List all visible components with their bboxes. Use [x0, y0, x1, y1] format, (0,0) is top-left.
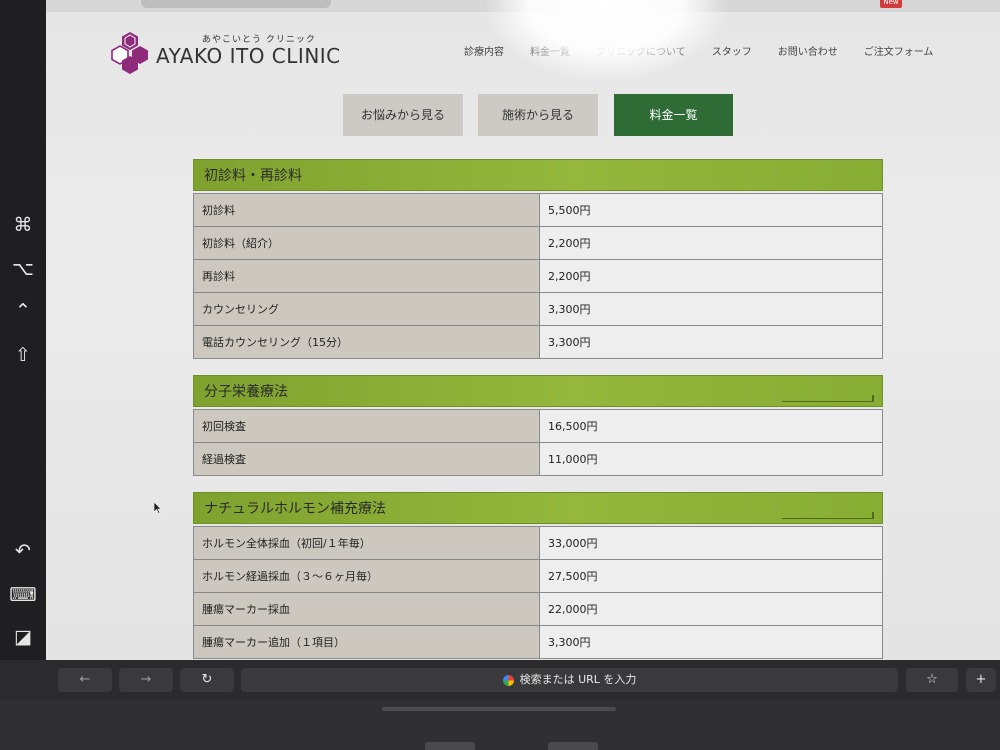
- price-label: ホルモン全体採血（初回/１年毎）: [193, 526, 540, 560]
- price-label: 初回検査: [193, 409, 540, 443]
- tab-by-concern[interactable]: お悩みから見る: [343, 94, 463, 136]
- price-label: 初診料（紹介）: [193, 226, 540, 260]
- tab-price-list[interactable]: 料金一覧: [614, 94, 733, 136]
- section-decoration: [782, 395, 874, 402]
- browser-viewport: New あやこいとう クリニック AYAKO ITO CLINIC 診療内容 料…: [46, 0, 1000, 660]
- section-header: ナチュラルホルモン補充療法: [193, 492, 883, 524]
- keyboard-icon[interactable]: ⌨: [0, 584, 46, 606]
- nav-item-services[interactable]: 診療内容: [464, 43, 504, 58]
- screen-glare: [486, 0, 726, 80]
- browser-top-strip: New: [46, 0, 1000, 12]
- back-button[interactable]: ←: [58, 668, 112, 692]
- price-section: 初診料・再診料 初診料 5,500円 初診料（紹介） 2,200円 再診料 2,…: [193, 159, 883, 359]
- reload-button[interactable]: ↻: [180, 668, 234, 692]
- control-icon[interactable]: ⌃: [0, 300, 46, 322]
- price-table: ホルモン全体採血（初回/１年毎） 33,000円 ホルモン経過採血（３〜６ヶ月毎…: [193, 526, 883, 659]
- price-table: 初診料 5,500円 初診料（紹介） 2,200円 再診料 2,200円 カウン…: [193, 193, 883, 359]
- section-title: 初診料・再診料: [193, 159, 883, 191]
- section-header: 分子栄養療法: [193, 375, 883, 407]
- main-nav: 診療内容 料金一覧 クリニックについて スタッフ お問い合わせ ご注文フォーム: [464, 43, 959, 58]
- logo-text[interactable]: AYAKO ITO CLINIC: [156, 44, 341, 68]
- price-table: 初回検査 16,500円 経過検査 11,000円: [193, 409, 883, 476]
- price-value: 2,200円: [539, 226, 883, 260]
- google-icon: [502, 674, 514, 686]
- price-value: 3,300円: [539, 625, 883, 659]
- price-label: 経過検査: [193, 442, 540, 476]
- section-title: ナチュラルホルモン補充療法: [204, 501, 386, 517]
- option-icon[interactable]: ⌥: [0, 258, 46, 280]
- nav-item-staff[interactable]: スタッフ: [712, 43, 752, 58]
- table-row: 電話カウンセリング（15分） 3,300円: [193, 325, 883, 359]
- nav-item-prices[interactable]: 料金一覧: [530, 43, 570, 58]
- table-row: カウンセリング 3,300円: [193, 292, 883, 326]
- nav-item-about[interactable]: クリニックについて: [596, 43, 686, 58]
- home-indicator: [382, 707, 616, 711]
- omnibox-placeholder: 検索または URL を入力: [519, 673, 637, 686]
- nav-item-contact[interactable]: お問い合わせ: [778, 43, 838, 58]
- price-label: カウンセリング: [193, 292, 540, 326]
- table-row: 経過検査 11,000円: [193, 442, 883, 476]
- nav-item-order-form[interactable]: ご注文フォーム: [864, 43, 934, 58]
- hardware-hinge: [425, 742, 475, 750]
- price-value: 5,500円: [539, 193, 883, 227]
- table-row: ホルモン全体採血（初回/１年毎） 33,000円: [193, 526, 883, 560]
- price-section: 分子栄養療法 初回検査 16,500円 経過検査 11,000円: [193, 375, 883, 476]
- price-value: 11,000円: [539, 442, 883, 476]
- tab-by-treatment[interactable]: 施術から見る: [478, 94, 598, 136]
- price-section: ナチュラルホルモン補充療法 ホルモン全体採血（初回/１年毎） 33,000円 ホ…: [193, 492, 883, 659]
- price-value: 33,000円: [539, 526, 883, 560]
- price-label: 電話カウンセリング（15分）: [193, 325, 540, 359]
- price-label: 再診料: [193, 259, 540, 293]
- price-value: 3,300円: [539, 325, 883, 359]
- price-label: 腫瘍マーカー追加（１項目）: [193, 625, 540, 659]
- side-rail: ⌘ ⌥ ⌃ ⇧ ↶ ⌨ ◪: [0, 0, 46, 660]
- price-value: 22,000円: [539, 592, 883, 626]
- price-value: 16,500円: [539, 409, 883, 443]
- clinic-logo-icon: [111, 32, 148, 74]
- table-row: 腫瘍マーカー採血 22,000円: [193, 592, 883, 626]
- table-row: ホルモン経過採血（３〜６ヶ月毎） 27,500円: [193, 559, 883, 593]
- new-badge: New: [880, 0, 902, 8]
- table-row: 腫瘍マーカー追加（１項目） 3,300円: [193, 625, 883, 659]
- command-icon[interactable]: ⌘: [0, 214, 46, 236]
- price-value: 3,300円: [539, 292, 883, 326]
- shift-icon[interactable]: ⇧: [0, 344, 46, 366]
- table-row: 再診料 2,200円: [193, 259, 883, 293]
- forward-button[interactable]: →: [119, 668, 173, 692]
- table-row: 初診料 5,500円: [193, 193, 883, 227]
- section-decoration: [782, 512, 874, 519]
- price-value: 2,200円: [539, 259, 883, 293]
- undo-icon[interactable]: ↶: [0, 540, 46, 562]
- mouse-cursor-icon: [154, 502, 162, 514]
- price-value: 27,500円: [539, 559, 883, 593]
- table-row: 初回検査 16,500円: [193, 409, 883, 443]
- bookmark-button[interactable]: ☆: [906, 668, 958, 692]
- omnibox[interactable]: 検索または URL を入力: [241, 668, 898, 692]
- add-button[interactable]: +: [966, 668, 996, 692]
- url-bar-fragment[interactable]: [141, 0, 331, 8]
- browser-toolbar: ← → ↻ 検索または URL を入力 ☆ +: [46, 660, 1000, 700]
- price-label: 腫瘍マーカー採血: [193, 592, 540, 626]
- section-title: 分子栄養療法: [204, 384, 288, 400]
- hide-sidebar-icon[interactable]: ◪: [0, 626, 46, 648]
- price-label: ホルモン経過採血（３〜６ヶ月毎）: [193, 559, 540, 593]
- table-row: 初診料（紹介） 2,200円: [193, 226, 883, 260]
- hardware-hinge: [548, 742, 598, 750]
- price-label: 初診料: [193, 193, 540, 227]
